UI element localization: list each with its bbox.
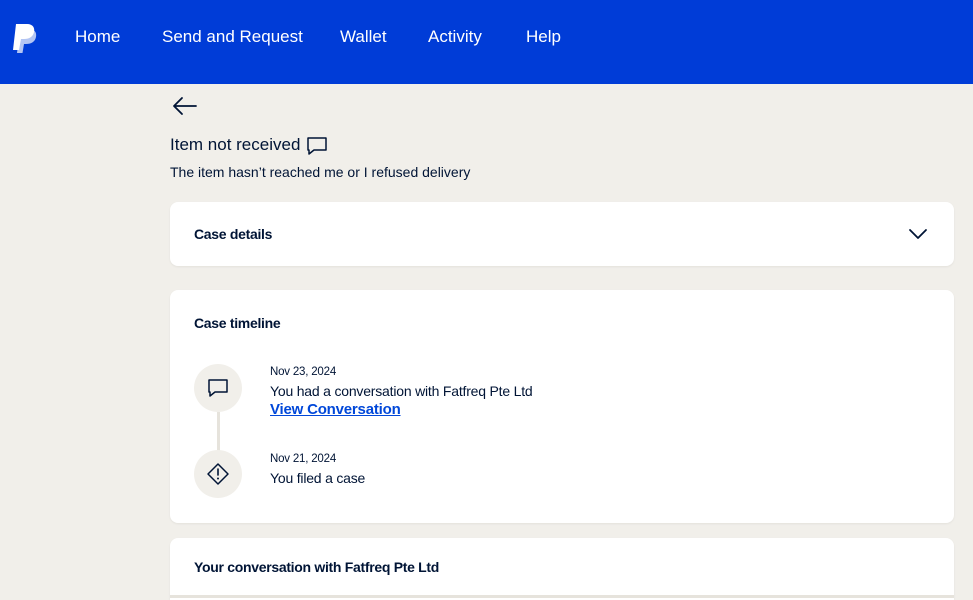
nav-send-and-request[interactable]: Send and Request [162,27,303,47]
timeline-event-icon [194,450,242,498]
view-conversation-link[interactable]: View Conversation [270,401,401,418]
case-timeline-title: Case timeline [194,315,281,331]
nav-help[interactable]: Help [526,27,561,47]
chevron-down-icon[interactable] [908,226,928,242]
conversation-title: Your conversation with Fatfreq Pte Ltd [194,559,440,575]
case-details-accordion[interactable]: Case details [170,202,954,266]
timeline-event-icon [194,364,242,412]
page-subtitle: The item hasn’t reached me or I refused … [170,164,471,180]
nav-activity[interactable]: Activity [428,27,482,47]
case-details-title: Case details [194,226,273,242]
timeline-event-text: You had a conversation with Fatfreq Pte … [270,383,533,399]
top-navigation-bar: Home Send and Request Wallet Activity He… [0,0,973,84]
conversation-card: Your conversation with Fatfreq Pte Ltd [170,538,954,600]
timeline-event-date: Nov 23, 2024 [270,366,337,378]
paypal-logo[interactable] [10,22,38,54]
nav-home[interactable]: Home [75,27,120,47]
divider [170,595,954,598]
nav-wallet[interactable]: Wallet [340,27,387,47]
case-timeline-card: Case timeline Nov 23, 2024 You had a con… [170,290,954,523]
chat-bubble-icon [208,379,228,397]
timeline-event-date: Nov 21, 2024 [270,453,337,465]
arrow-left-icon[interactable] [170,94,202,118]
chat-bubble-icon [307,137,327,155]
page-title: Item not received [170,135,301,154]
timeline-connector [217,412,220,454]
timeline-event-text: You filed a case [270,470,366,486]
alert-diamond-icon [207,463,229,485]
